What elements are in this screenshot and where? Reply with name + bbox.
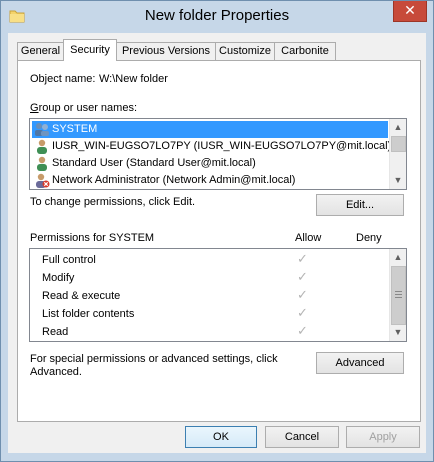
ok-button[interactable]: OK (185, 426, 257, 448)
tab-general[interactable]: General (17, 42, 64, 60)
allow-check-icon: ✓ (297, 269, 308, 284)
object-name-value: W:\New folder (99, 73, 168, 85)
permissions-scrollbar[interactable]: ▲ ▼ (389, 249, 406, 341)
title-bar[interactable]: New folder Properties ✕ (1, 1, 433, 33)
list-item[interactable]: SYSTEM (32, 121, 388, 138)
close-button[interactable]: ✕ (393, 1, 427, 22)
permission-name: Read & execute (42, 290, 121, 302)
scroll-down-icon[interactable]: ▼ (390, 324, 406, 340)
allow-check-icon: ✓ (297, 287, 308, 302)
user-name: IUSR_WIN-EUGSO7LO7PY (IUSR_WIN-EUGSO7LO7… (52, 140, 392, 152)
apply-button[interactable]: Apply (346, 426, 420, 448)
list-item[interactable]: IUSR_WIN-EUGSO7LO7PY (IUSR_WIN-EUGSO7LO7… (32, 138, 392, 155)
tab-previous-versions[interactable]: Previous Versions (116, 42, 216, 60)
dialog-footer: OK Cancel Apply (8, 423, 426, 453)
change-permissions-hint: To change permissions, click Edit. (30, 196, 196, 208)
permission-name: Full control (42, 254, 96, 266)
list-item[interactable]: Standard User (Standard User@mit.local) (32, 155, 388, 172)
security-panel: Object name: W:\New folder Group or user… (17, 60, 421, 422)
object-name-label: Object name: (30, 73, 96, 85)
scroll-thumb[interactable] (391, 136, 406, 152)
window-title: New folder Properties (144, 7, 290, 24)
allow-check-icon: ✓ (297, 323, 308, 338)
group-label-accel: G (30, 102, 39, 114)
permissions-label: Permissions for SYSTEM (30, 232, 155, 244)
scroll-up-icon[interactable]: ▲ (390, 119, 406, 135)
edit-button[interactable]: Edit... (316, 194, 404, 216)
tab-customize[interactable]: Customize (215, 42, 275, 60)
cancel-button[interactable]: Cancel (265, 426, 339, 448)
properties-window: New folder Properties ✕ General Security… (0, 0, 434, 462)
special-permissions-hint-2: Advanced. (30, 366, 82, 378)
user-list[interactable]: SYSTEM IUSR_WIN-EUGSO7LO7PY (IUSR_WIN-EU… (29, 118, 407, 190)
list-item[interactable]: Network Administrator (Network Admin@mit… (32, 172, 388, 189)
user-name: Standard User (Standard User@mit.local) (52, 157, 256, 169)
permission-name: Modify (42, 272, 75, 284)
user-icon (37, 156, 47, 171)
scroll-down-icon[interactable]: ▼ (390, 172, 406, 188)
dialog-body: General Security Previous Versions Custo… (8, 33, 426, 453)
user-denied-icon (36, 173, 50, 188)
deny-header: Deny (356, 232, 382, 244)
permissions-list: Full control ✓ Modify ✓ Read & execute ✓… (29, 248, 407, 342)
tab-carbonite[interactable]: Carbonite (274, 42, 336, 60)
group-label-rest: roup or user names: (38, 102, 137, 114)
scroll-thumb[interactable] (391, 266, 406, 325)
permission-name: List folder contents (42, 308, 135, 320)
allow-check-icon: ✓ (297, 251, 308, 266)
user-name: SYSTEM (52, 123, 98, 135)
scroll-up-icon[interactable]: ▲ (390, 249, 406, 265)
group-names-label: Group or user names: (30, 102, 137, 114)
allow-header: Allow (295, 232, 322, 244)
special-permissions-hint-1: For special permissions or advanced sett… (30, 353, 278, 365)
user-name: Network Administrator (Network Admin@mit… (52, 174, 296, 186)
tab-security[interactable]: Security (63, 39, 117, 61)
permission-name: Read (42, 326, 69, 338)
user-icon (37, 139, 47, 154)
user-list-scrollbar[interactable]: ▲ ▼ (389, 119, 406, 189)
advanced-button[interactable]: Advanced (316, 352, 404, 374)
allow-check-icon: ✓ (297, 305, 308, 320)
group-users-icon (35, 123, 49, 136)
